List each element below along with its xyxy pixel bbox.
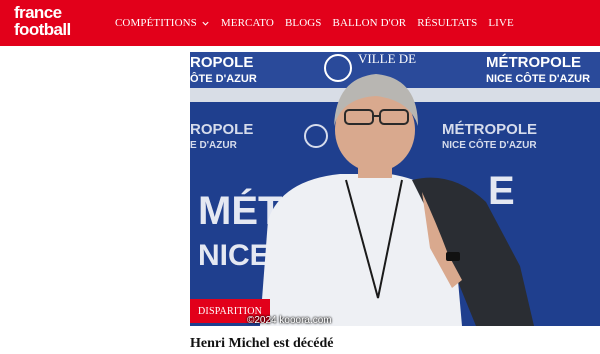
article-photo[interactable]: ROPOLE ÔTE D'AZUR VILLE DE MÉTROPOLE NIC… <box>190 52 600 326</box>
nav-item-resultats[interactable]: RÉSULTATS <box>417 17 477 29</box>
watch-icon <box>446 252 460 261</box>
chevron-down-icon <box>202 21 209 26</box>
logo-line-2: football <box>14 20 71 39</box>
nav-item-label: RÉSULTATS <box>417 17 478 29</box>
sign-top-right-sub: NICE CÔTE D'AZUR <box>486 72 590 85</box>
nav-item-live[interactable]: LIVE <box>488 17 513 29</box>
article-headline[interactable]: Henri Michel est décédé <box>190 336 333 352</box>
nav-item-label: MERCATO <box>220 17 274 29</box>
nav-item-blogs[interactable]: BLOGS <box>285 17 322 29</box>
sign-top-mid: VILLE DE <box>358 52 416 66</box>
sign-mid-left-sub: E D'AZUR <box>190 140 238 151</box>
sign-mid-right: MÉTROPOLE <box>442 121 537 138</box>
sign-mid-right-sub: NICE CÔTE D'AZUR <box>442 138 537 151</box>
sign-top-left: ROPOLE <box>190 54 253 71</box>
nav-item-competitions[interactable]: COMPÉTITIONS <box>115 17 210 29</box>
sign-big-right: E <box>488 169 515 213</box>
sign-big-left-2: NICE <box>198 239 270 272</box>
nav-item-mercato[interactable]: MERCATO <box>221 17 274 29</box>
nav-item-label: BLOGS <box>284 17 322 29</box>
sign-top-right: MÉTROPOLE <box>486 54 581 71</box>
photo-credit: ©2024 kooora.com <box>247 315 332 326</box>
nav-item-label: BALLON D'OR <box>332 17 407 29</box>
logo-line-1: france <box>14 3 62 22</box>
nav-item-ballon-dor[interactable]: BALLON D'OR <box>333 17 407 29</box>
nav-item-label: COMPÉTITIONS <box>115 17 197 29</box>
france-football-logo[interactable]: france football <box>14 4 98 38</box>
top-navigation-bar: france football COMPÉTITIONS MERCATO BLO… <box>0 0 600 46</box>
nav-item-label: LIVE <box>488 17 514 29</box>
sign-mid-left: ROPOLE <box>190 121 253 138</box>
photo-illustration: ROPOLE ÔTE D'AZUR VILLE DE MÉTROPOLE NIC… <box>190 52 600 326</box>
main-nav: COMPÉTITIONS MERCATO BLOGS BALLON D'OR R… <box>115 0 525 46</box>
sign-top-left-sub: ÔTE D'AZUR <box>190 72 257 85</box>
